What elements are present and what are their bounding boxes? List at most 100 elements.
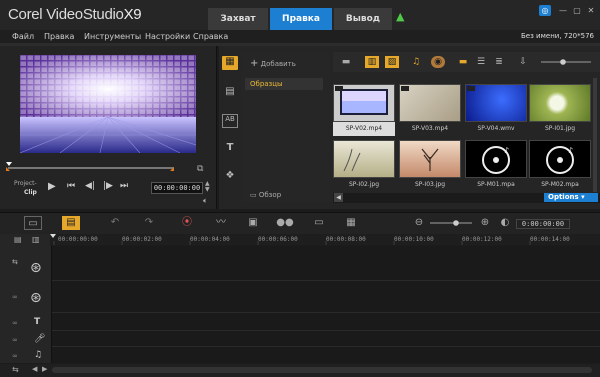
scroll-left-icon[interactable]: ◀	[32, 365, 37, 373]
next-frame-icon[interactable]: |▶	[103, 181, 113, 191]
auto-music-icon[interactable]: ▣	[244, 216, 262, 230]
show-photos-icon[interactable]: ▨	[385, 56, 399, 68]
options-button[interactable]: Options ▾	[544, 193, 598, 202]
divider	[52, 312, 600, 313]
folder-icon[interactable]: ▬	[339, 56, 353, 68]
tab-edit[interactable]: Правка	[270, 8, 332, 30]
tab-share[interactable]: Вывод	[334, 8, 392, 30]
timecode-display[interactable]: 00:00:00:00	[151, 182, 203, 194]
timeline-view-icon[interactable]: ▤	[62, 216, 80, 230]
ruler-tick-label: 00:00:04:00	[190, 236, 230, 243]
playhead-marker[interactable]	[6, 162, 12, 166]
thumbnail-item[interactable]: ♪ SP-M02.mpa	[529, 140, 591, 192]
zoom-out-icon[interactable]: ⊖	[410, 216, 428, 230]
menu-help[interactable]: Справка	[193, 32, 228, 41]
preview-window	[20, 55, 196, 153]
music-disc-icon: ♪	[482, 146, 510, 174]
library-side-toolbar: ▦ ▤ AB T ❖	[219, 52, 239, 202]
details-view-icon[interactable]: ≣	[492, 56, 506, 68]
play-icon[interactable]: ▶	[48, 181, 56, 192]
tab-capture[interactable]: Захват	[208, 8, 268, 30]
divider	[52, 346, 600, 347]
thumbnail-item[interactable]: SP-V03.mp4	[399, 84, 461, 136]
copy-icon[interactable]: ⧉	[197, 164, 203, 174]
track-link-icon[interactable]: ∞	[12, 293, 18, 301]
project-mode-label[interactable]: Project-	[14, 180, 37, 187]
scroll-right-icon[interactable]: ▶	[42, 365, 47, 373]
record-capture-icon[interactable]: ⦿	[178, 216, 196, 230]
thumbnail-item[interactable]: SP-I01.jpg	[529, 84, 591, 136]
motion-tracking-icon[interactable]: ●●	[276, 216, 294, 230]
multi-camera-icon[interactable]: ▦	[342, 216, 360, 230]
menu-tools[interactable]: Инструменты	[84, 32, 141, 41]
thumbnail-size-slider[interactable]	[541, 59, 591, 65]
import-icon[interactable]: ⇩	[516, 56, 530, 68]
volume-icon[interactable]: 🔈︎	[203, 196, 208, 206]
undo-icon[interactable]: ↶	[106, 216, 124, 230]
thumbnail-item[interactable]: SP-V02.mp4	[333, 84, 395, 136]
chapter-point-icon[interactable]: ▥	[32, 235, 40, 244]
graphics-icon[interactable]: ❖	[222, 170, 238, 184]
thumbnail-image: ♪	[465, 140, 527, 178]
subtitle-editor-icon[interactable]: ▭	[310, 216, 328, 230]
thumbnail-image	[465, 84, 527, 122]
zoom-in-icon[interactable]: ⊕	[476, 216, 494, 230]
browse-button[interactable]: ▭ Обзор	[250, 191, 281, 199]
redo-icon[interactable]: ↷	[140, 216, 158, 230]
show-audio-icon[interactable]: ♫	[409, 56, 423, 68]
media-icon[interactable]: ▦	[222, 56, 238, 70]
sound-mixer-icon[interactable]: 〰	[212, 216, 230, 230]
menu-edit[interactable]: Правка	[44, 32, 74, 41]
collapse-library-icon[interactable]: ◀	[334, 193, 343, 202]
ruler-tick-label: 00:00:02:00	[122, 236, 162, 243]
ripple-edit-icon[interactable]: ⇆	[12, 258, 18, 266]
thumbnail-item[interactable]: ♪ SP-M01.mpa	[465, 140, 527, 192]
ruler-tick-label: 00:00:14:00	[530, 236, 570, 243]
ruler-tick-label: 00:00:10:00	[394, 236, 434, 243]
ruler-tick-label: 00:00:00:00	[58, 236, 98, 243]
upload-arrow-icon[interactable]: ▲	[396, 10, 404, 23]
track-link-icon[interactable]: ∞	[12, 336, 18, 344]
add-folder-button[interactable]: + Добавить	[250, 58, 296, 69]
zoom-slider[interactable]	[430, 220, 472, 226]
show-videos-icon[interactable]: ▥	[365, 56, 379, 68]
voice-track-icon: 🎤︎	[34, 334, 46, 344]
scrub-bar[interactable]	[6, 158, 206, 172]
media-filter-icon[interactable]: ◉	[431, 56, 445, 68]
menu-file[interactable]: Файл	[12, 32, 34, 41]
thumbnail-item[interactable]: SP-I02.jpg	[333, 140, 395, 192]
thumbnail-item[interactable]: SP-I03.jpg	[399, 140, 461, 192]
thumbnail-view-icon[interactable]: ▬	[456, 56, 470, 68]
video-track-icon: ⊛	[30, 260, 42, 276]
previous-frame-icon[interactable]: ◀|	[85, 181, 95, 191]
music-track-icon: ♫	[34, 350, 43, 360]
menu-settings[interactable]: Настройки	[145, 32, 190, 41]
home-icon[interactable]: ⏮	[67, 181, 75, 191]
scroll-track[interactable]	[52, 367, 592, 373]
maximize-icon[interactable]: ▢	[571, 5, 583, 16]
title-icon[interactable]: T	[222, 142, 238, 156]
timeline-playhead[interactable]	[50, 234, 56, 238]
instant-project-icon[interactable]: ▤	[222, 86, 238, 100]
fit-timeline-icon[interactable]: ⇆	[12, 365, 19, 374]
minimize-icon[interactable]: —	[557, 5, 569, 16]
track-link-icon[interactable]: ∞	[12, 319, 18, 327]
timeline-ruler[interactable]: 00:00:00:00 00:00:02:00 00:00:04:00 00:0…	[50, 234, 600, 245]
track-manager-icon[interactable]: ▤	[14, 235, 22, 244]
project-info: Без имени, 720*576	[521, 32, 594, 40]
track-link-icon[interactable]: ∞	[12, 352, 18, 360]
thumbnail-image	[333, 84, 395, 122]
globe-icon[interactable]: ◎	[539, 5, 551, 16]
clip-mode-label[interactable]: Clip	[24, 189, 37, 196]
thumbnail-image: ♪	[529, 140, 591, 178]
fit-project-icon[interactable]: ◐	[496, 216, 514, 230]
thumbnail-item[interactable]: SP-V04.wmv	[465, 84, 527, 136]
timecode-stepper[interactable]: ▲ ▼	[205, 181, 210, 193]
folder-samples[interactable]: Образцы	[245, 78, 323, 90]
end-icon[interactable]: ⏭	[120, 181, 128, 191]
library-scrollbar[interactable]	[593, 78, 597, 192]
storyboard-view-icon[interactable]: ▭	[24, 216, 42, 230]
transition-icon[interactable]: AB	[222, 114, 238, 128]
list-view-icon[interactable]: ☰	[474, 56, 488, 68]
close-icon[interactable]: ✕	[585, 5, 597, 16]
